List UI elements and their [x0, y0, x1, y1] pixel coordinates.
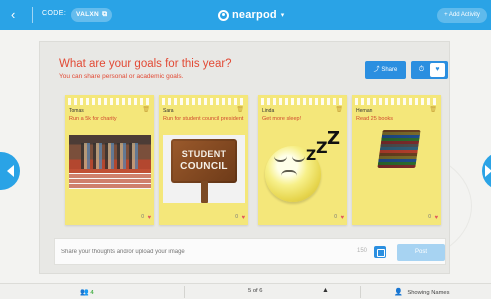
trash-icon[interactable]: 🗑 — [335, 106, 343, 113]
nearpod-logo-icon — [218, 9, 229, 21]
bottombar-divider — [184, 286, 185, 298]
recent-toggle-icon[interactable]: ⏱ — [414, 63, 429, 77]
post-composer: 150 Post — [54, 238, 446, 265]
note-card[interactable]: Linda 🗑 Get more sleep! Z Z Z 0 ♥ — [258, 95, 347, 225]
session-code-value: VALXN — [76, 11, 100, 18]
trash-icon[interactable]: 🗑 — [142, 106, 150, 113]
chevron-up-icon[interactable]: ▲ — [322, 287, 329, 294]
students-indicator[interactable]: 👥 4 — [80, 288, 94, 296]
topbar-divider — [32, 7, 33, 23]
showing-names-toggle[interactable]: 👤 Showing Names — [394, 288, 450, 296]
heart-icon[interactable]: ♥ — [340, 215, 344, 221]
person-icon: 👤 — [394, 289, 403, 296]
books-stack — [377, 130, 421, 168]
note-card[interactable]: Sara 🗑 Run for student council president… — [159, 95, 248, 225]
heart-icon[interactable]: ♥ — [147, 215, 151, 221]
heart-icon[interactable]: ♥ — [241, 215, 245, 221]
favorites-toggle-icon[interactable]: ♥ — [430, 63, 445, 77]
thoughts-input[interactable] — [61, 245, 311, 259]
question-subtitle: You can share personal or academic goals… — [59, 73, 184, 80]
spiral-binding — [68, 98, 151, 105]
note-text: Get more sleep! — [262, 116, 302, 122]
spiral-binding — [261, 98, 344, 105]
note-author: Sara — [163, 108, 174, 114]
image-upload-icon[interactable] — [374, 246, 386, 258]
sign-text-line-2: COUNCIL — [180, 161, 228, 172]
brand[interactable]: nearpod ▾ — [218, 8, 284, 22]
post-button[interactable]: Post — [397, 244, 445, 261]
sign-board: STUDENT COUNCIL — [171, 139, 237, 183]
add-activity-button[interactable]: + Add Activity — [437, 8, 487, 23]
student-council-sign-image: STUDENT COUNCIL — [163, 135, 245, 203]
bottombar-divider — [360, 286, 361, 298]
character-count: 150 — [357, 248, 368, 254]
runners-image — [69, 135, 151, 189]
spiral-binding — [162, 98, 245, 105]
sign-text-line-1: STUDENT — [181, 149, 227, 159]
like-count: 0 — [141, 214, 144, 220]
brand-name: nearpod — [232, 9, 277, 21]
like-count: 0 — [235, 214, 238, 220]
previous-arrow-icon — [7, 165, 14, 177]
heart-icon[interactable]: ♥ — [434, 215, 438, 221]
note-author: Tomas — [69, 108, 84, 114]
share-icon: ⤴ — [373, 67, 380, 73]
z-letter: Z — [316, 138, 328, 157]
session-code-chip[interactable]: VALXN ⧉ — [71, 8, 113, 22]
note-card[interactable]: Hernan 🗑 Read 25 books 0 ♥ — [352, 95, 441, 225]
sign-post — [201, 181, 208, 203]
books-stack-image — [356, 130, 438, 168]
z-letter: Z — [327, 128, 341, 149]
z-letter: Z — [306, 148, 317, 164]
like-count: 0 — [334, 214, 337, 220]
sleeping-emoji-image: Z Z Z — [260, 128, 345, 210]
share-button[interactable]: ⤴ Share — [365, 61, 406, 79]
note-text: Read 25 books — [356, 116, 393, 122]
code-label: CODE: — [42, 10, 67, 17]
copy-icon[interactable]: ⧉ — [102, 11, 107, 18]
question-title: What are your goals for this year? — [59, 58, 232, 70]
trash-icon[interactable]: 🗑 — [236, 106, 244, 113]
chevron-down-icon[interactable]: ▾ — [281, 11, 285, 19]
share-label: Share — [381, 67, 398, 73]
bottom-bar: 👥 4 5 of 6 ▲ 👤 Showing Names — [0, 283, 491, 299]
note-card[interactable]: Tomas 🗑 Run a 5k for charity 0 ♥ — [65, 95, 154, 225]
top-bar: ‹ CODE: VALXN ⧉ nearpod ▾ + Add Activity — [0, 0, 491, 30]
note-author: Hernan — [356, 108, 373, 114]
note-author: Linda — [262, 108, 275, 114]
collaborate-panel: What are your goals for this year? You c… — [39, 41, 450, 274]
page-indicator: 5 of 6 — [248, 288, 263, 294]
note-text: Run for student council president — [163, 116, 244, 122]
spiral-binding — [355, 98, 438, 105]
students-icon: 👥 — [80, 289, 89, 296]
next-arrow-icon — [485, 165, 491, 177]
like-count: 0 — [428, 214, 431, 220]
emoji-mouth — [281, 170, 297, 176]
chevron-left-icon[interactable]: ‹ — [11, 8, 15, 21]
view-toggle[interactable]: ⏱ ♥ — [411, 61, 448, 79]
showing-names-label: Showing Names — [407, 290, 450, 296]
trash-icon[interactable]: 🗑 — [429, 106, 437, 113]
note-text: Run a 5k for charity — [69, 116, 117, 122]
students-count: 4 — [90, 290, 94, 296]
